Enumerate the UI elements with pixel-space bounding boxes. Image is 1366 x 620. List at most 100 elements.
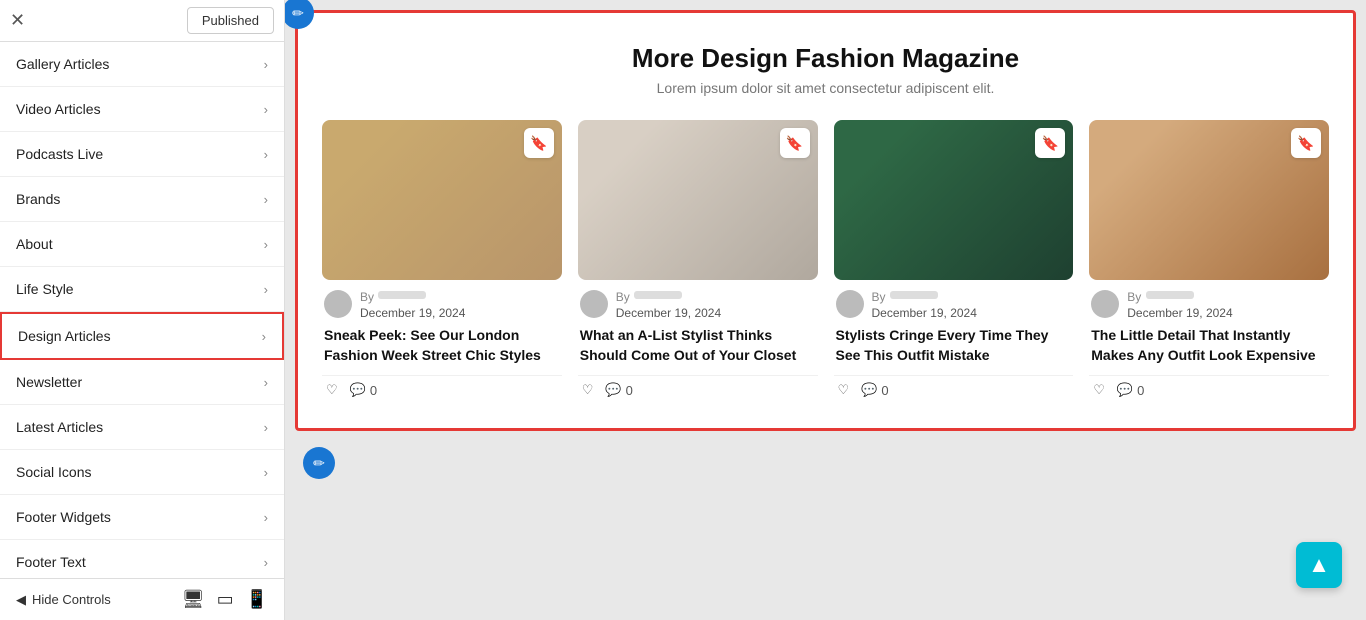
sidebar-item-label: Social Icons xyxy=(16,464,91,480)
article-actions: ♡ 💬 0 xyxy=(834,375,1074,404)
articles-grid: 🔖 By December 19, 2024 Sneak Peek: See O… xyxy=(322,120,1329,404)
comment-button[interactable]: 💬 0 xyxy=(1117,382,1144,398)
article-actions: ♡ 💬 0 xyxy=(578,375,818,404)
sidebar-item-social-icons[interactable]: Social Icons › xyxy=(0,450,284,495)
monitor-icon-button[interactable]: 🖥 xyxy=(182,589,205,610)
comment-count: 0 xyxy=(1137,383,1144,398)
edit-icon-button[interactable]: ✏ xyxy=(285,0,314,29)
like-button[interactable]: ♡ xyxy=(582,382,594,398)
comment-icon: 💬 xyxy=(1117,382,1133,398)
meta-info: By December 19, 2024 xyxy=(616,288,721,320)
by-author: By xyxy=(1127,288,1232,306)
article-meta: By December 19, 2024 xyxy=(578,288,818,320)
chevron-icon: › xyxy=(264,510,268,525)
article-title: Stylists Cringe Every Time They See This… xyxy=(834,326,1074,365)
sidebar-item-design-articles[interactable]: Design Articles › xyxy=(0,312,284,360)
chevron-icon: › xyxy=(264,465,268,480)
article-card-1: 🔖 By December 19, 2024 Sneak Peek: See O… xyxy=(322,120,562,404)
footer-device-icons: 🖥 ▭ 📱 xyxy=(182,589,268,610)
by-author: By xyxy=(360,288,465,306)
comment-icon: 💬 xyxy=(861,382,877,398)
chevron-icon: › xyxy=(264,192,268,207)
sidebar-footer: ◀ Hide Controls 🖥 ▭ 📱 xyxy=(0,578,284,620)
sidebar-item-footer-widgets[interactable]: Footer Widgets › xyxy=(0,495,284,540)
sidebar-item-podcasts-live[interactable]: Podcasts Live › xyxy=(0,132,284,177)
comment-button[interactable]: 💬 0 xyxy=(350,382,377,398)
chevron-icon: › xyxy=(264,555,268,570)
like-button[interactable]: ♡ xyxy=(326,382,338,398)
tablet-icon-button[interactable]: ▭ xyxy=(217,589,234,610)
article-title: What an A-List Stylist Thinks Should Com… xyxy=(578,326,818,365)
sidebar-item-about[interactable]: About › xyxy=(0,222,284,267)
article-card-4: 🔖 By December 19, 2024 The Little Detail… xyxy=(1089,120,1329,404)
pencil-icon: ✏ xyxy=(292,5,304,22)
hide-controls-button[interactable]: ◀ Hide Controls xyxy=(16,592,111,608)
author-name-placeholder xyxy=(634,291,682,299)
avatar xyxy=(1091,290,1119,318)
sidebar: ✕ Published Gallery Articles › Video Art… xyxy=(0,0,285,620)
by-author: By xyxy=(872,288,977,306)
like-button[interactable]: ♡ xyxy=(1093,382,1105,398)
article-meta: By December 19, 2024 xyxy=(834,288,1074,320)
comment-count: 0 xyxy=(370,383,377,398)
published-button[interactable]: Published xyxy=(187,7,274,34)
article-meta: By December 19, 2024 xyxy=(1089,288,1329,320)
scroll-top-button[interactable]: ▲ xyxy=(1296,542,1342,588)
article-date: December 19, 2024 xyxy=(616,306,721,320)
sidebar-item-label: Life Style xyxy=(16,281,74,297)
preview-box: ✏ More Design Fashion Magazine Lorem ips… xyxy=(295,10,1356,431)
sidebar-list: Gallery Articles › Video Articles › Podc… xyxy=(0,42,284,578)
sidebar-header: ✕ Published xyxy=(0,0,284,42)
bookmark-button[interactable]: 🔖 xyxy=(780,128,810,158)
section-title: More Design Fashion Magazine xyxy=(322,43,1329,74)
sidebar-item-footer-text[interactable]: Footer Text › xyxy=(0,540,284,578)
chevron-icon: › xyxy=(264,375,268,390)
sidebar-item-label: Brands xyxy=(16,191,60,207)
sidebar-item-newsletter[interactable]: Newsletter › xyxy=(0,360,284,405)
sidebar-item-label: Video Articles xyxy=(16,101,101,117)
sidebar-item-label: Footer Widgets xyxy=(16,509,111,525)
article-card-3: 🔖 By December 19, 2024 Stylists Cringe E… xyxy=(834,120,1074,404)
author-name-placeholder xyxy=(378,291,426,299)
sidebar-item-label: Podcasts Live xyxy=(16,146,103,162)
article-date: December 19, 2024 xyxy=(1127,306,1232,320)
sidebar-item-label: Newsletter xyxy=(16,374,82,390)
close-button[interactable]: ✕ xyxy=(10,10,25,31)
article-actions: ♡ 💬 0 xyxy=(1089,375,1329,404)
article-meta: By December 19, 2024 xyxy=(322,288,562,320)
article-date: December 19, 2024 xyxy=(360,306,465,320)
sidebar-item-label: About xyxy=(16,236,53,252)
bookmark-button[interactable]: 🔖 xyxy=(1035,128,1065,158)
sidebar-item-video-articles[interactable]: Video Articles › xyxy=(0,87,284,132)
sidebar-item-latest-articles[interactable]: Latest Articles › xyxy=(0,405,284,450)
like-button[interactable]: ♡ xyxy=(838,382,850,398)
article-image: 🔖 xyxy=(834,120,1074,280)
chevron-icon: › xyxy=(264,102,268,117)
meta-info: By December 19, 2024 xyxy=(1127,288,1232,320)
chevron-icon: › xyxy=(264,420,268,435)
chevron-icon: › xyxy=(262,329,266,344)
avatar xyxy=(580,290,608,318)
sidebar-item-gallery-articles[interactable]: Gallery Articles › xyxy=(0,42,284,87)
meta-info: By December 19, 2024 xyxy=(872,288,977,320)
meta-info: By December 19, 2024 xyxy=(360,288,465,320)
by-author: By xyxy=(616,288,721,306)
comment-button[interactable]: 💬 0 xyxy=(861,382,888,398)
avatar xyxy=(324,290,352,318)
comment-button[interactable]: 💬 0 xyxy=(605,382,632,398)
arrow-left-icon: ◀ xyxy=(16,592,26,608)
phone-icon-button[interactable]: 📱 xyxy=(246,589,268,610)
bottom-indicator: ✏ xyxy=(295,447,1356,479)
comment-icon: 💬 xyxy=(605,382,621,398)
sidebar-item-brands[interactable]: Brands › xyxy=(0,177,284,222)
author-name-placeholder xyxy=(890,291,938,299)
chevron-icon: › xyxy=(264,147,268,162)
comment-icon: 💬 xyxy=(350,382,366,398)
chevron-icon: › xyxy=(264,282,268,297)
bottom-edit-icon[interactable]: ✏ xyxy=(303,447,335,479)
sidebar-item-life-style[interactable]: Life Style › xyxy=(0,267,284,312)
avatar xyxy=(836,290,864,318)
bookmark-button[interactable]: 🔖 xyxy=(524,128,554,158)
article-card-2: 🔖 By December 19, 2024 What an A-List St… xyxy=(578,120,818,404)
bookmark-button[interactable]: 🔖 xyxy=(1291,128,1321,158)
